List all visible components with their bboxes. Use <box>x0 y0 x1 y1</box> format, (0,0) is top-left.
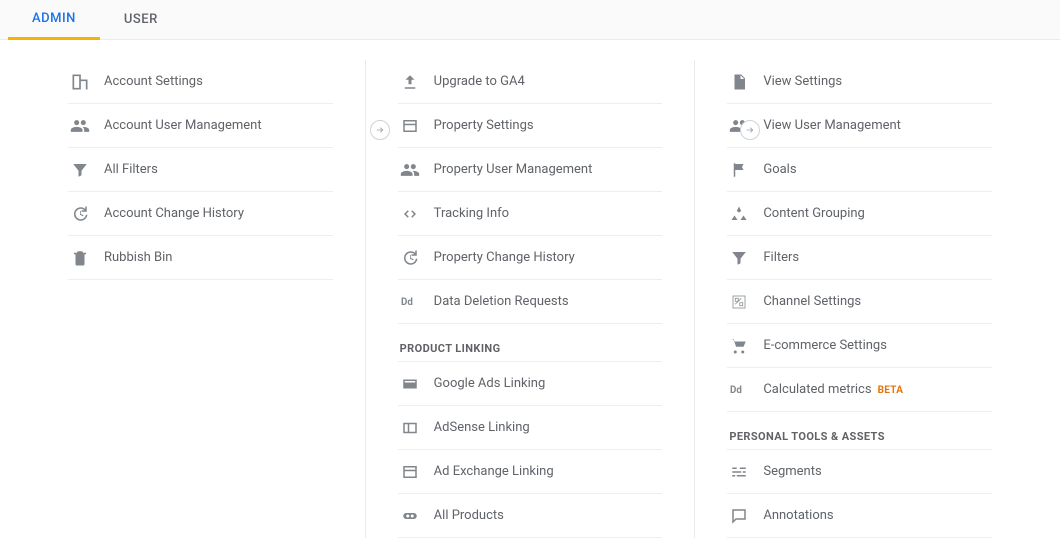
item-label: Ad Exchange Linking <box>434 464 554 479</box>
account-column: Account Settings Account User Management… <box>36 60 365 538</box>
history-icon <box>400 248 420 268</box>
rubbish-bin[interactable]: Rubbish Bin <box>68 236 333 280</box>
collapse-property-arrow[interactable] <box>740 120 760 140</box>
item-label: Content Grouping <box>763 206 865 221</box>
upgrade-ga4[interactable]: Upgrade to GA4 <box>398 60 663 104</box>
people-icon <box>70 116 90 136</box>
item-label: AdSense Linking <box>434 420 530 435</box>
property-column: Upgrade to GA4 Property Settings Propert… <box>365 60 695 538</box>
ecommerce-settings[interactable]: E-commerce Settings <box>727 324 992 368</box>
cart-icon <box>729 336 749 356</box>
tab-admin[interactable]: ADMIN <box>8 0 100 40</box>
adsense-linking[interactable]: AdSense Linking <box>398 406 663 450</box>
funnel-icon <box>70 160 90 180</box>
property-user-management[interactable]: Property User Management <box>398 148 663 192</box>
item-label: View User Management <box>763 118 901 133</box>
beta-badge: BETA <box>878 385 904 396</box>
item-label: Account User Management <box>104 118 262 133</box>
layout-icon <box>400 116 420 136</box>
svg-text:Dd: Dd <box>730 385 742 396</box>
link-icon <box>400 506 420 526</box>
property-change-history[interactable]: Property Change History <box>398 236 663 280</box>
ad-exchange-linking[interactable]: Ad Exchange Linking <box>398 450 663 494</box>
item-label: Segments <box>763 464 821 479</box>
annotations[interactable]: Annotations <box>727 494 992 538</box>
item-label: Upgrade to GA4 <box>434 74 525 89</box>
view-user-management[interactable]: View User Management <box>727 104 992 148</box>
account-user-management[interactable]: Account User Management <box>68 104 333 148</box>
item-label: Property Change History <box>434 250 575 265</box>
google-ads-linking[interactable]: Google Ads Linking <box>398 362 663 406</box>
item-label: Property Settings <box>434 118 534 133</box>
header-tabs: ADMIN USER <box>0 0 1060 40</box>
flag-icon <box>729 160 749 180</box>
item-label: Goals <box>763 162 796 177</box>
tune-icon <box>729 462 749 482</box>
segments[interactable]: Segments <box>727 450 992 494</box>
collapse-account-arrow[interactable] <box>370 120 390 140</box>
channel-icon <box>729 292 749 312</box>
item-label: Filters <box>763 250 799 265</box>
item-label: Data Deletion Requests <box>434 294 569 309</box>
product-linking-heading: PRODUCT LINKING <box>398 324 663 362</box>
item-label: All Filters <box>104 162 158 177</box>
account-change-history[interactable]: Account Change History <box>68 192 333 236</box>
dd-icon: Dd <box>729 380 749 400</box>
group-icon <box>729 204 749 224</box>
calculated-metrics[interactable]: Dd Calculated metricsBETA <box>727 368 992 412</box>
item-label: View Settings <box>763 74 842 89</box>
card-icon <box>400 374 420 394</box>
all-filters[interactable]: All Filters <box>68 148 333 192</box>
data-deletion-requests[interactable]: Dd Data Deletion Requests <box>398 280 663 324</box>
item-label: Calculated metricsBETA <box>763 382 903 397</box>
item-label: Property User Management <box>434 162 593 177</box>
comment-icon <box>729 506 749 526</box>
trash-icon <box>70 248 90 268</box>
content-grouping[interactable]: Content Grouping <box>727 192 992 236</box>
filters[interactable]: Filters <box>727 236 992 280</box>
all-products[interactable]: All Products <box>398 494 663 538</box>
funnel-icon <box>729 248 749 268</box>
panel-icon <box>400 418 420 438</box>
building-icon <box>70 72 90 92</box>
code-icon <box>400 204 420 224</box>
item-label: E-commerce Settings <box>763 338 887 353</box>
history-icon <box>70 204 90 224</box>
item-label: Annotations <box>763 508 833 523</box>
item-label: Rubbish Bin <box>104 250 172 265</box>
svg-text:Dd: Dd <box>401 297 413 308</box>
view-settings[interactable]: View Settings <box>727 60 992 104</box>
channel-settings[interactable]: Channel Settings <box>727 280 992 324</box>
upload-icon <box>400 72 420 92</box>
goals[interactable]: Goals <box>727 148 992 192</box>
property-settings[interactable]: Property Settings <box>398 104 663 148</box>
tracking-info[interactable]: Tracking Info <box>398 192 663 236</box>
item-label: Google Ads Linking <box>434 376 546 391</box>
item-label: Account Settings <box>104 74 203 89</box>
people-icon <box>400 160 420 180</box>
item-label: Account Change History <box>104 206 244 221</box>
tab-user[interactable]: USER <box>100 0 182 40</box>
personal-tools-heading: PERSONAL TOOLS & ASSETS <box>727 412 992 450</box>
item-label: Channel Settings <box>763 294 861 309</box>
admin-body: Account Settings Account User Management… <box>0 40 1060 538</box>
item-label: All Products <box>434 508 504 523</box>
dd-icon: Dd <box>400 292 420 312</box>
layout-icon <box>400 462 420 482</box>
account-settings[interactable]: Account Settings <box>68 60 333 104</box>
document-icon <box>729 72 749 92</box>
item-label: Tracking Info <box>434 206 509 221</box>
